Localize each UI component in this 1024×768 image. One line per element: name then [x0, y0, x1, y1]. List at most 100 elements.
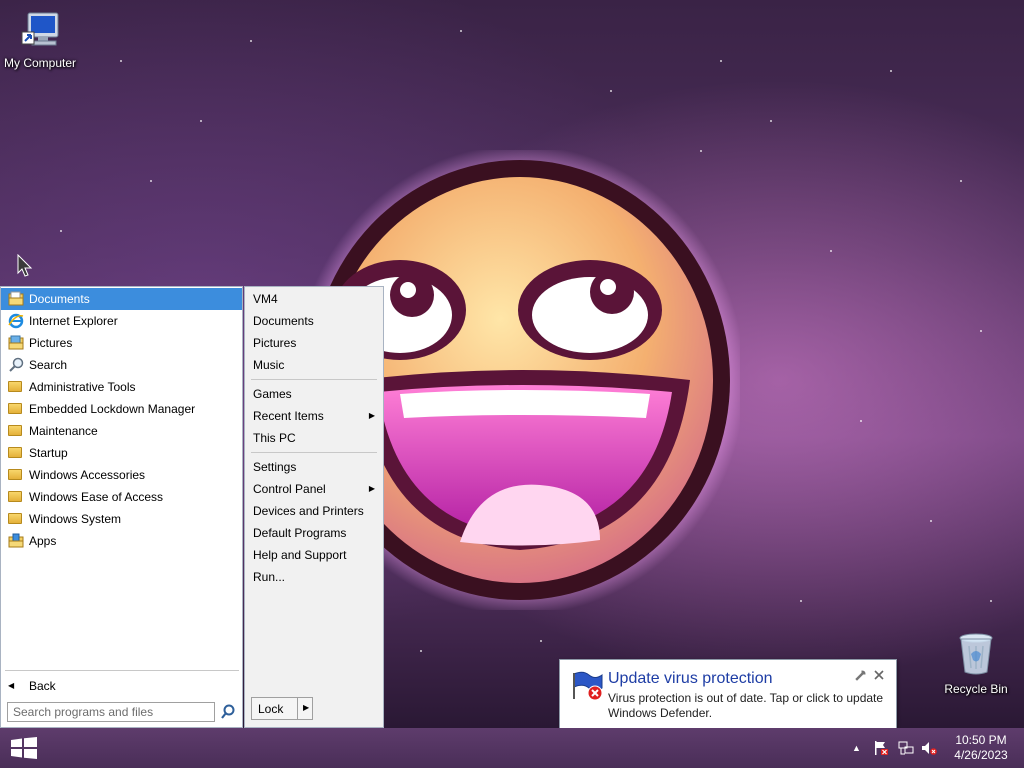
places-item-label: VM4	[253, 292, 278, 306]
power-options-arrow-icon[interactable]: ▶	[303, 703, 309, 712]
desktop-icon-my-computer[interactable]: My Computer	[2, 10, 78, 70]
program-item-startup[interactable]: Startup	[1, 442, 242, 464]
places-item-label: Default Programs	[253, 526, 347, 540]
search-button-icon[interactable]	[220, 703, 236, 721]
folder-icon	[8, 423, 24, 439]
clock-date: 4/26/2023	[954, 748, 1008, 762]
lock-label: Lock	[258, 702, 284, 716]
places-item-label: This PC	[253, 431, 296, 445]
submenu-arrow-icon: ▶	[368, 484, 375, 493]
program-item-windows-ease-of-access[interactable]: Windows Ease of Access	[1, 486, 242, 508]
program-item-documents[interactable]: Documents	[1, 288, 242, 310]
back-label: Back	[29, 679, 56, 693]
computer-icon	[21, 12, 59, 46]
close-icon[interactable]	[873, 669, 885, 681]
divider	[5, 670, 239, 671]
places-item-label: Settings	[253, 460, 297, 474]
places-item-label: Control Panel	[253, 482, 326, 496]
places-item-vm4[interactable]: VM4	[245, 288, 383, 310]
places-item-settings[interactable]: Settings	[245, 456, 383, 478]
folder-icon	[8, 511, 24, 527]
submenu-arrow-icon: ▶	[368, 411, 375, 420]
program-item-administrative-tools[interactable]: Administrative Tools	[1, 376, 242, 398]
folder-icon	[8, 489, 24, 505]
taskbar: ▲ 10:50 PM 4/26/2023	[0, 728, 1024, 768]
search-input[interactable]	[7, 702, 215, 722]
recycle-bin-icon	[959, 633, 993, 675]
notification-body: Virus protection is out of date. Tap or …	[608, 691, 884, 720]
program-item-pictures[interactable]: Pictures	[1, 332, 242, 354]
places-item-label: Music	[253, 358, 285, 372]
places-item-label: Run...	[253, 570, 286, 584]
places-item-label: Games	[253, 387, 292, 401]
program-item-label: Embedded Lockdown Manager	[29, 402, 196, 416]
places-item-label: Devices and Printers	[253, 504, 364, 518]
taskbar-clock[interactable]: 10:50 PM 4/26/2023	[944, 733, 1018, 763]
divider	[251, 379, 377, 380]
pictures-icon	[8, 335, 24, 351]
notification-balloon[interactable]: Update virus protection Virus protection…	[559, 659, 897, 740]
places-item-this-pc[interactable]: This PC	[245, 427, 383, 449]
program-item-label: Administrative Tools	[29, 380, 136, 394]
program-item-label: Apps	[29, 534, 57, 548]
places-pane: VM4 Documents Pictures Music Games Recen…	[244, 286, 384, 728]
apps-icon	[8, 533, 24, 549]
places-item-devices-and-printers[interactable]: Devices and Printers	[245, 500, 383, 522]
program-item-label: Windows Ease of Access	[29, 490, 164, 504]
program-item-internet-explorer[interactable]: Internet Explorer	[1, 310, 242, 332]
internet-explorer-icon	[8, 313, 24, 329]
places-item-recent-items[interactable]: Recent Items ▶	[245, 405, 383, 427]
program-item-windows-system[interactable]: Windows System	[1, 508, 242, 530]
program-item-label: Startup	[29, 446, 68, 460]
program-item-apps[interactable]: Apps	[1, 530, 242, 552]
places-item-label: Documents	[253, 314, 314, 328]
places-item-control-panel[interactable]: Control Panel ▶	[245, 478, 383, 500]
search-icon	[8, 357, 24, 373]
start-button-windows-icon[interactable]	[10, 737, 38, 759]
security-flag-icon	[573, 671, 603, 701]
folder-icon	[8, 379, 24, 395]
back-arrow-icon: ◀	[8, 681, 15, 690]
places-item-help-and-support[interactable]: Help and Support	[245, 544, 383, 566]
places-item-default-programs[interactable]: Default Programs	[245, 522, 383, 544]
program-item-label: Search	[29, 358, 68, 372]
places-item-label: Help and Support	[253, 548, 347, 562]
divider	[297, 698, 298, 719]
program-item-embedded-lockdown-manager[interactable]: Embedded Lockdown Manager	[1, 398, 242, 420]
show-hidden-icons-chevron-icon[interactable]: ▲	[852, 740, 868, 756]
places-item-label: Recent Items	[253, 409, 324, 423]
desktop-icon-recycle-bin[interactable]: Recycle Bin	[940, 632, 1012, 696]
notification-title: Update virus protection	[608, 670, 773, 687]
program-item-maintenance[interactable]: Maintenance	[1, 420, 242, 442]
program-item-label: Windows System	[29, 512, 122, 526]
places-item-run[interactable]: Run...	[245, 566, 383, 588]
back-button[interactable]: ◀ Back	[1, 675, 270, 697]
clock-time: 10:50 PM	[955, 733, 1007, 747]
start-menu: Documents Internet Explorer Pictures Sea…	[0, 286, 384, 728]
volume-muted-icon[interactable]	[921, 740, 937, 756]
places-item-music[interactable]: Music	[245, 354, 383, 376]
programs-pane: Documents Internet Explorer Pictures Sea…	[0, 286, 243, 728]
places-item-pictures[interactable]: Pictures	[245, 332, 383, 354]
places-item-documents[interactable]: Documents	[245, 310, 383, 332]
program-item-label: Internet Explorer	[29, 314, 118, 328]
program-item-windows-accessories[interactable]: Windows Accessories	[1, 464, 242, 486]
documents-folder-icon	[8, 291, 24, 307]
lock-button[interactable]: Lock ▶	[251, 697, 313, 720]
program-item-label: Maintenance	[29, 424, 98, 438]
program-item-label: Pictures	[29, 336, 73, 350]
desktop-icon-label: Recycle Bin	[944, 682, 1008, 696]
program-item-label: Windows Accessories	[29, 468, 146, 482]
places-item-games[interactable]: Games	[245, 383, 383, 405]
action-center-flag-icon[interactable]	[873, 740, 889, 756]
settings-wrench-icon[interactable]	[853, 669, 867, 683]
program-item-label: Documents	[29, 292, 90, 306]
folder-icon	[8, 467, 24, 483]
mouse-cursor-icon	[17, 254, 33, 277]
folder-icon	[8, 445, 24, 461]
divider	[251, 452, 377, 453]
network-icon[interactable]	[898, 740, 914, 756]
desktop-icon-label: My Computer	[3, 56, 77, 70]
program-item-search[interactable]: Search	[1, 354, 242, 376]
places-item-label: Pictures	[253, 336, 297, 350]
